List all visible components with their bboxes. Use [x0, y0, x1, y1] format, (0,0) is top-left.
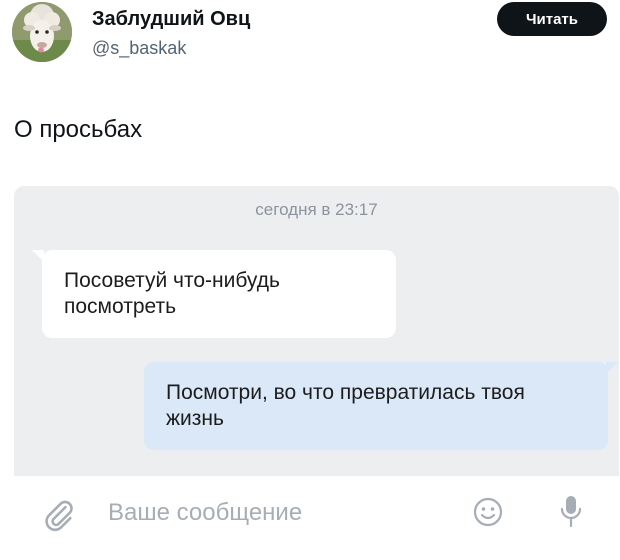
incoming-message-bubble: Посоветуй что-нибудь посмотреть [32, 250, 396, 338]
message-input[interactable] [106, 492, 430, 534]
author-avatar[interactable] [12, 2, 72, 62]
follow-button[interactable]: Читать [497, 2, 607, 36]
attachment-icon[interactable] [42, 498, 76, 537]
chat-screenshot: сегодня в 23:17 Посоветуй что-нибудь пос… [14, 186, 619, 560]
tweet-text: О просьбах [14, 116, 143, 143]
emoji-icon[interactable] [472, 496, 504, 533]
chat-history: сегодня в 23:17 Посоветуй что-нибудь пос… [14, 186, 619, 476]
author-name[interactable]: Заблудший Овц [92, 8, 250, 31]
message-timestamp: сегодня в 23:17 [255, 200, 378, 219]
sheep-avatar-icon [12, 2, 72, 62]
author-handle[interactable]: @s_baskak [92, 38, 186, 59]
message-composer [14, 476, 619, 560]
outgoing-message-bubble: Посмотри, во что превратилась твоя жизнь [144, 362, 618, 450]
microphone-icon[interactable] [558, 494, 584, 535]
